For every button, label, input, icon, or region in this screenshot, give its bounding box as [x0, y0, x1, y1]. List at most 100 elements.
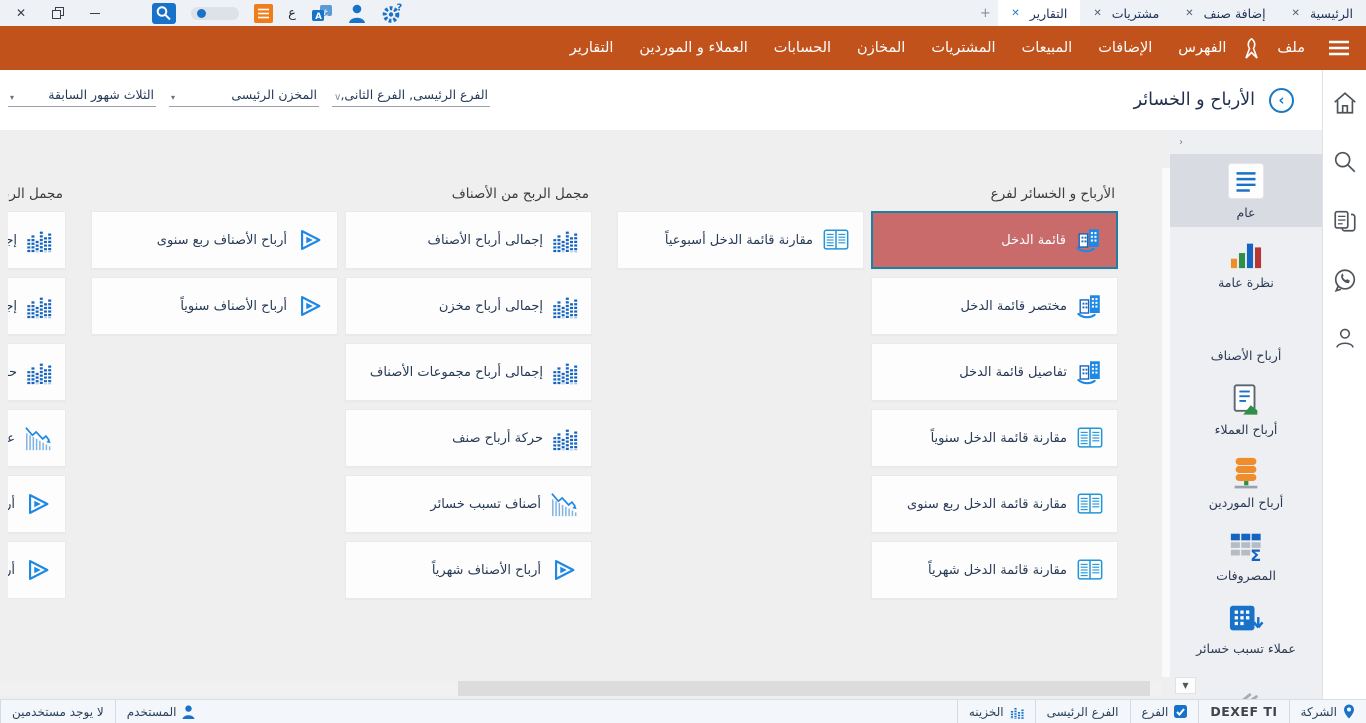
menu-item-purchases[interactable]: المشتريات	[918, 40, 1008, 56]
scroll-down-button[interactable]: ▼	[1175, 677, 1196, 694]
coins-icon	[1010, 705, 1024, 719]
close-tab-icon[interactable]: ✕	[1292, 8, 1300, 19]
report-card-clipped-5[interactable]: أرباح	[8, 475, 66, 533]
tab-label: مشتريات	[1112, 6, 1160, 21]
close-window-icon[interactable]: ✕	[16, 7, 26, 19]
report-card-clipped-6[interactable]: أرباح	[8, 541, 66, 599]
report-card-items-profit-total[interactable]: إجمالى أرباح الأصناف	[345, 211, 592, 269]
section-columns: إجمالى أرباح الأصناف إجمالى أرباح مخزن إجم…	[91, 211, 592, 599]
close-tab-icon[interactable]: ✕	[1011, 8, 1019, 19]
menu-item-file[interactable]: ملف	[1264, 40, 1318, 56]
report-card-income-compare-yearly[interactable]: مقارنة قائمة الدخل سنوياً	[871, 409, 1118, 467]
card-column: أرباح الأصناف ربع سنوى أرباح الأصناف سنوي…	[91, 211, 338, 335]
menu-item-index[interactable]: الفهرس	[1165, 40, 1239, 56]
sidebar-item-item-profits[interactable]: أرباح الأصناف	[1170, 300, 1322, 373]
section-items-gross-profit: مجمل الربح من الأصنافإجمالى أرباح الأصنا…	[91, 186, 592, 599]
sidebar-item-vendor-profits[interactable]: أرباح الموردين	[1170, 446, 1322, 519]
branch-filter[interactable]: الفرع الرئيسى, الفرع الثانى, الفرع∨	[332, 87, 490, 107]
translate-icon[interactable]: عA	[311, 4, 333, 23]
tab-reports[interactable]: التقارير✕	[998, 0, 1080, 26]
report-card-items-profit-monthly[interactable]: أرباح الأصناف شهرياً	[345, 541, 592, 599]
report-card-loss-items[interactable]: أصناف تسبب خسائر	[345, 475, 592, 533]
report-card-clipped-2[interactable]: إجمالى	[8, 277, 66, 335]
new-tab-button[interactable]: +	[972, 6, 998, 21]
restore-window-icon[interactable]	[52, 7, 64, 19]
card-column: إجمالى أرباح الأصناف إجمالى أرباح مخزن إجم…	[345, 211, 592, 599]
language-indicator[interactable]: ع	[288, 6, 296, 21]
collapse-arrow-icon[interactable]: ›	[1179, 137, 1183, 148]
menu-item-warehouses[interactable]: المخازن	[844, 40, 918, 56]
report-card-warehouse-profit-total[interactable]: إجمالى أرباح مخزن	[345, 277, 592, 335]
report-card-item-profit-movement[interactable]: حركة أرباح صنف	[345, 409, 592, 467]
menu-item-addons[interactable]: الإضافات	[1085, 40, 1165, 56]
minimize-window-icon[interactable]	[90, 13, 100, 14]
toggle-knob	[197, 9, 206, 18]
close-tab-icon[interactable]: ✕	[1093, 8, 1101, 19]
report-card-label: تفاصيل قائمة الدخل	[959, 365, 1067, 380]
check-icon	[1174, 705, 1187, 718]
home-rail-button[interactable]	[1332, 90, 1358, 116]
tab-home[interactable]: الرئيسية✕	[1279, 0, 1366, 26]
menu-item-sales[interactable]: المبيعات	[1009, 40, 1086, 56]
user-icon[interactable]	[348, 4, 366, 23]
report-card-items-profit-yearly[interactable]: أرباح الأصناف سنوياً	[91, 277, 338, 335]
back-circle-button[interactable]: ›	[1269, 88, 1294, 113]
sidebar-item-customer-profits[interactable]: أرباح العملاء	[1170, 373, 1322, 446]
vertical-scrollbar[interactable]	[1162, 168, 1170, 677]
menu-item-accounts[interactable]: الحسابات	[761, 40, 844, 56]
status-item-no-users[interactable]: لا يوجد مستخدمين	[0, 700, 115, 723]
sidebar-item-overview[interactable]: نظرة عامة	[1170, 227, 1322, 300]
buildings-icon	[1075, 226, 1103, 254]
scrollbar-thumb[interactable]	[458, 681, 1150, 696]
report-card-label: مقارنة قائمة الدخل سنوياً	[931, 431, 1067, 446]
bars-colored-icon	[1228, 238, 1264, 270]
status-item-treasury[interactable]: الخزينه	[957, 700, 1035, 723]
section-header: الأرباح و الخسائر لفرع	[617, 186, 1115, 202]
tab-add-item[interactable]: إضافة صنف✕	[1172, 0, 1278, 26]
decline-icon	[24, 424, 52, 452]
report-card-items-profit-quarterly[interactable]: أرباح الأصناف ربع سنوى	[91, 211, 338, 269]
whatsapp-rail-button[interactable]	[1332, 267, 1358, 293]
decline-icon	[550, 490, 578, 518]
period-filter[interactable]: الثلاث شهور السابقة▾	[8, 87, 156, 107]
menu-menu-toggle[interactable]	[1318, 40, 1356, 56]
menu-item-reports[interactable]: التقارير	[557, 40, 627, 56]
orange-list-icon[interactable]	[254, 4, 273, 23]
status-item-branch[interactable]: الفرع	[1130, 700, 1199, 723]
pages-rail-button[interactable]	[1332, 208, 1358, 234]
status-item-dexef-logo[interactable]: DEXEF TI	[1198, 700, 1288, 723]
report-card-clipped-4[interactable]: عملاء	[8, 409, 66, 467]
sidebar-item-general[interactable]: عام	[1170, 154, 1322, 227]
settings-gear-icon[interactable]: ?	[381, 2, 404, 24]
report-card-label: إجمالى أرباح مجموعات الأصناف	[370, 365, 543, 380]
report-card-label: حركة	[8, 365, 17, 380]
report-card-income-compare-quarterly[interactable]: مقارنة قائمة الدخل ربع سنوى	[871, 475, 1118, 533]
person-rail-button[interactable]	[1333, 326, 1357, 350]
report-card-income-summary[interactable]: مختصر قائمة الدخل	[871, 277, 1118, 335]
report-card-clipped-3[interactable]: حركة	[8, 343, 66, 401]
menu-item-customers-vendors[interactable]: العملاء و الموردين	[626, 40, 760, 56]
person-s-icon	[182, 705, 195, 719]
horizontal-scrollbar[interactable]	[0, 681, 1162, 696]
status-item-company[interactable]: الشركة	[1289, 700, 1366, 723]
tab-purchases[interactable]: مشتريات ✕	[1080, 0, 1172, 26]
toggle-switch[interactable]	[191, 7, 239, 20]
sidebar-item-loss-customers[interactable]: عملاء تسبب خسائر	[1170, 592, 1322, 665]
card-column: مقارنة قائمة الدخل أسبوعياً	[617, 211, 864, 269]
report-card-label: إجمالى أرباح مخزن	[439, 299, 543, 314]
section-header: مجمل الربح من	[8, 186, 63, 202]
search-app-icon[interactable]	[152, 3, 176, 24]
status-item-main-branch[interactable]: الفرع الرئيسى	[1035, 700, 1130, 723]
status-item-user[interactable]: المستخدم	[115, 700, 207, 723]
warehouse-filter[interactable]: المخزن الرئيسى▾	[169, 87, 319, 107]
hamburger-icon	[1328, 40, 1350, 56]
report-card-income-details[interactable]: تفاصيل قائمة الدخل	[871, 343, 1118, 401]
report-card-groups-profit-total[interactable]: إجمالى أرباح مجموعات الأصناف	[345, 343, 592, 401]
report-card-income-compare-monthly[interactable]: مقارنة قائمة الدخل شهرياً	[871, 541, 1118, 599]
search-rail-button[interactable]	[1332, 149, 1358, 175]
close-tab-icon[interactable]: ✕	[1185, 8, 1193, 19]
report-card-income-compare-weekly[interactable]: مقارنة قائمة الدخل أسبوعياً	[617, 211, 864, 269]
report-card-clipped-1[interactable]: إجمالى	[8, 211, 66, 269]
report-card-income-statement[interactable]: قائمة الدخل	[871, 211, 1118, 269]
sidebar-item-expenses[interactable]: Σالمصروفات	[1170, 519, 1322, 592]
